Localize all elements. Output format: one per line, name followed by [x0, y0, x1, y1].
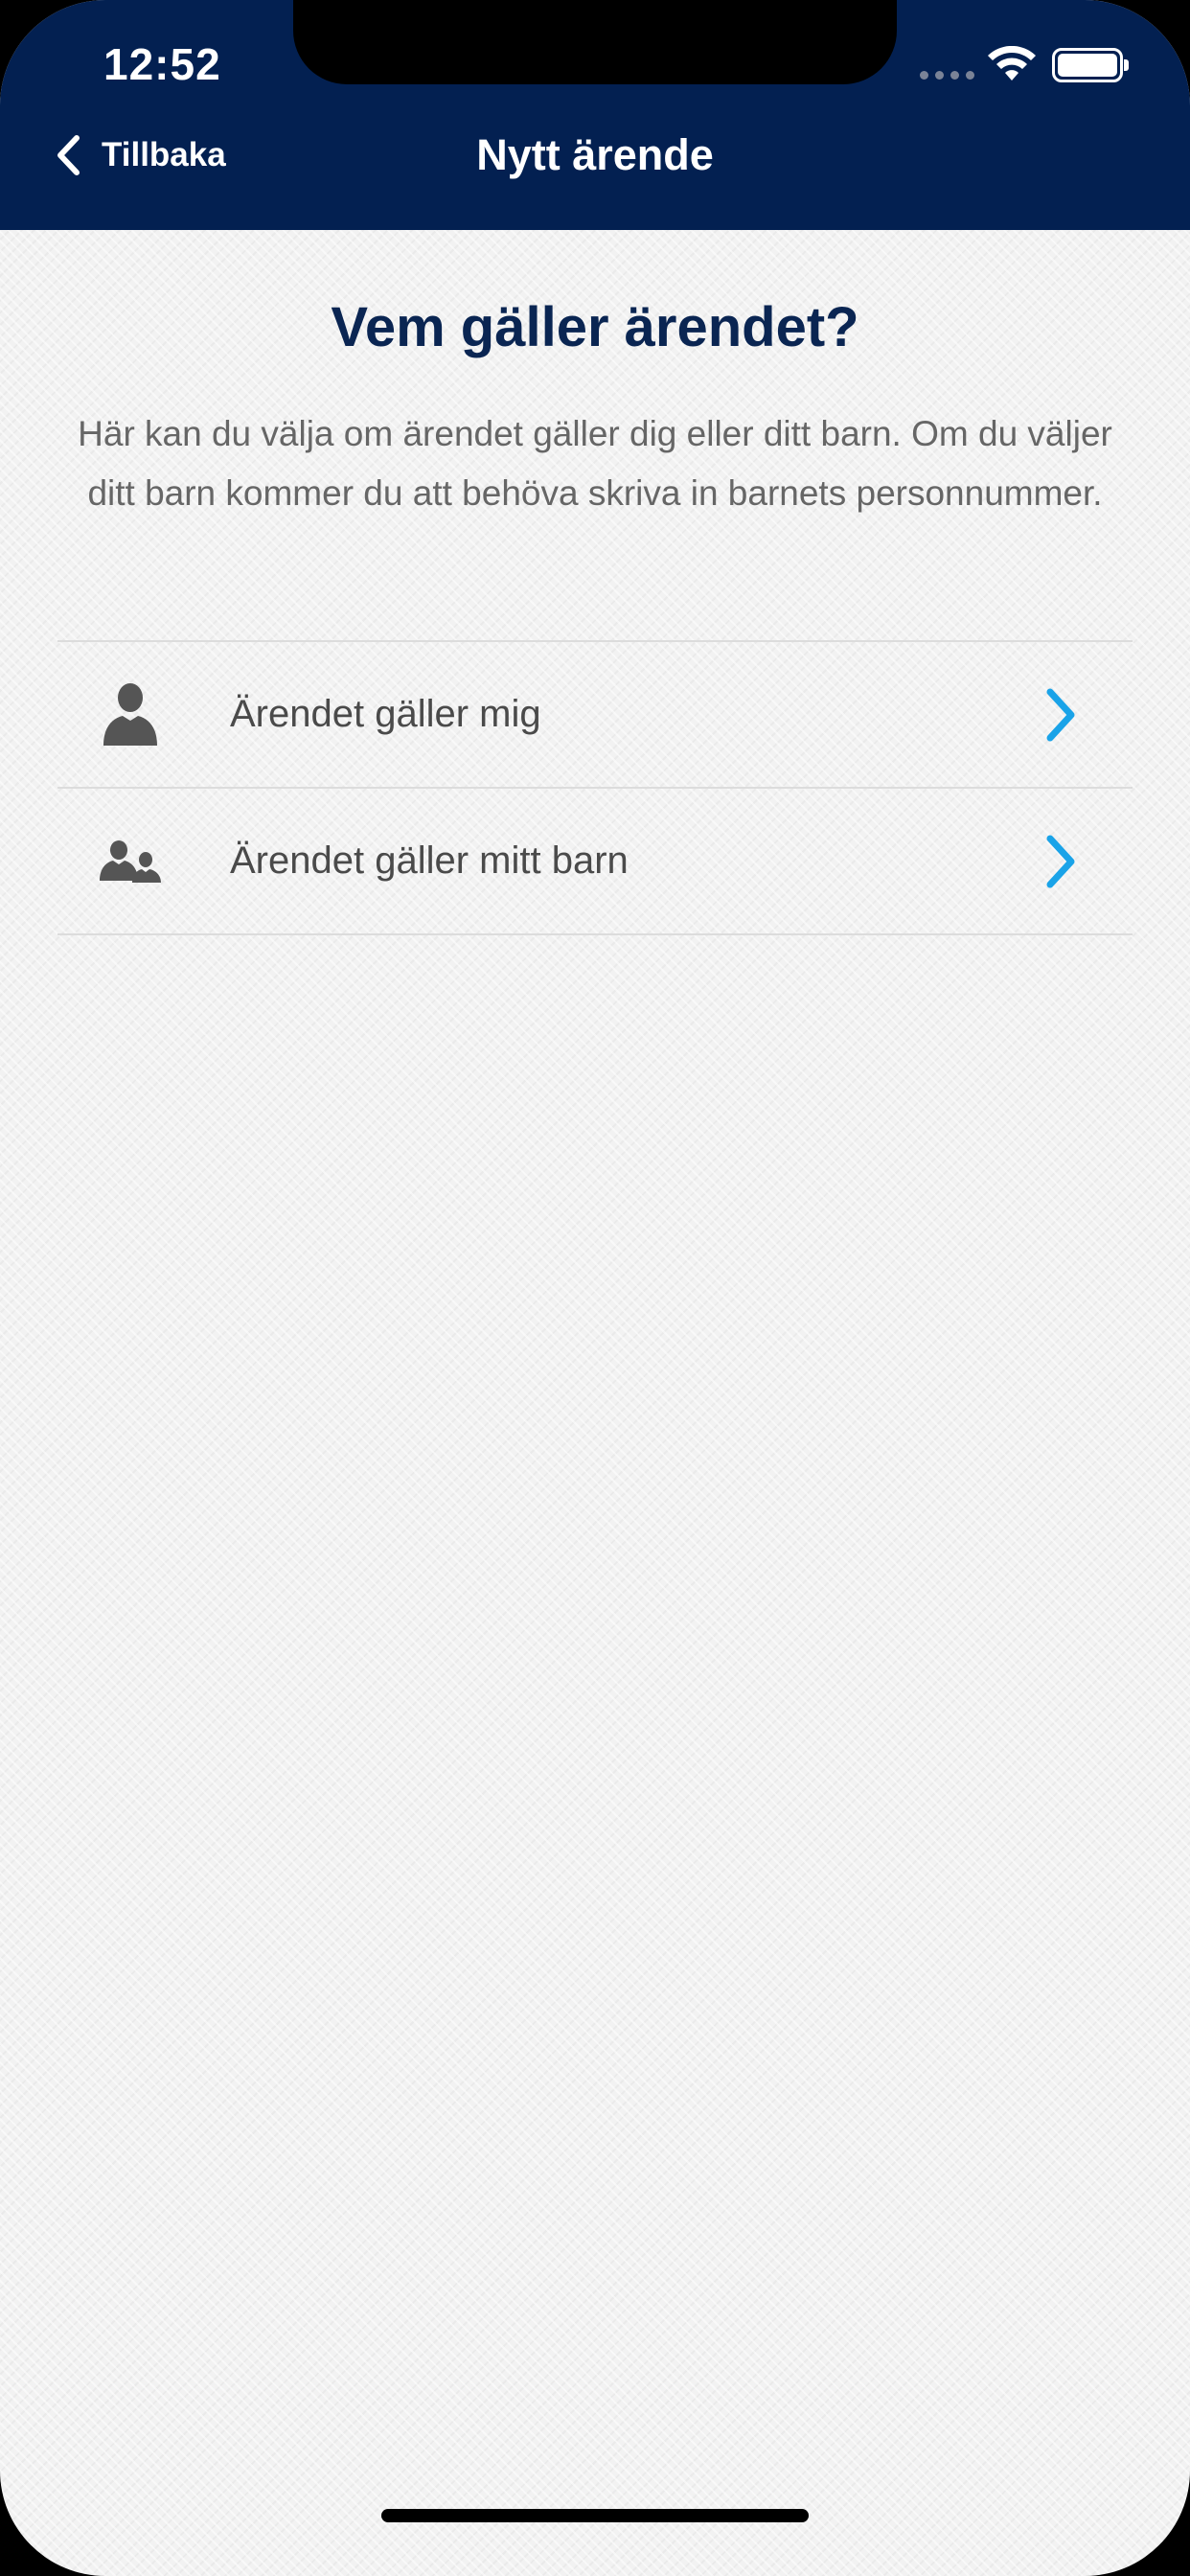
option-self-label: Ärendet gäller mig [230, 693, 541, 735]
wifi-icon [988, 46, 1036, 80]
parent-child-icon [100, 840, 161, 883]
page-title: Nytt ärende [476, 130, 714, 179]
divider [57, 933, 1133, 935]
option-list: Ärendet gäller mig Ärendet gäller mitt b… [57, 640, 1133, 935]
option-self[interactable]: Ärendet gäller mig [57, 642, 1133, 787]
option-child[interactable]: Ärendet gäller mitt barn [57, 789, 1133, 933]
question-heading: Vem gäller ärendet? [331, 296, 859, 358]
person-icon [103, 682, 157, 746]
navigation-header: 12:52 Tillbaka Nytt ärende [0, 0, 1190, 230]
home-indicator[interactable] [381, 2509, 809, 2522]
chevron-right-icon [1046, 688, 1075, 741]
chevron-right-icon [1046, 835, 1075, 887]
description-text: Här kan du välja om ärendet gäller dig e… [78, 414, 1112, 513]
battery-icon [1052, 48, 1129, 82]
app-screen: 12:52 Tillbaka Nytt ärende Vem gäller är… [0, 0, 1190, 2576]
option-child-label: Ärendet gäller mitt barn [230, 840, 629, 882]
status-time: 12:52 [103, 39, 221, 89]
cellular-signal-icon [920, 71, 974, 80]
device-notch [293, 0, 897, 84]
